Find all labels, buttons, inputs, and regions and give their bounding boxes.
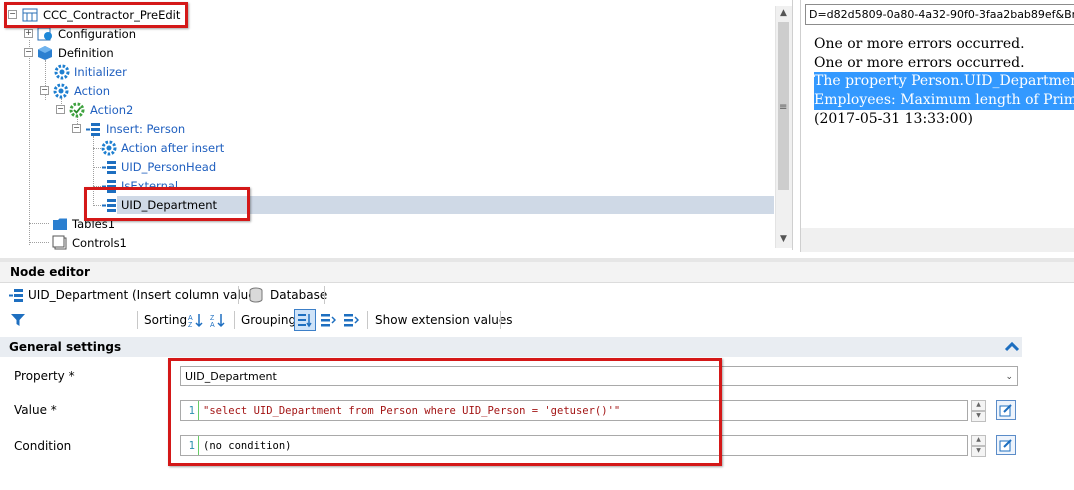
spin-up-icon[interactable]: ▲ bbox=[971, 400, 986, 411]
configuration-icon bbox=[37, 27, 52, 41]
separator bbox=[324, 286, 325, 304]
grip-icon: ≡ bbox=[779, 102, 788, 113]
node-editor-toolbar: Sorting AZ ZA Grouping Show extension va… bbox=[0, 308, 1074, 332]
cube-icon bbox=[38, 46, 52, 60]
expand-icon[interactable]: + bbox=[24, 29, 33, 38]
tree-node-controls1[interactable]: Controls1 bbox=[52, 234, 129, 250]
log-message: One or more errors occurred. bbox=[814, 36, 1025, 52]
tree-label: Action2 bbox=[90, 103, 134, 117]
general-settings-header[interactable]: General settings bbox=[0, 337, 1022, 357]
tree-label: Action after insert bbox=[121, 141, 225, 155]
tree-node-action-after-insert[interactable]: Action after insert bbox=[101, 139, 226, 157]
column-value-icon bbox=[9, 289, 23, 302]
sort-descending-icon[interactable]: ZA bbox=[210, 312, 226, 328]
chevron-up-icon[interactable] bbox=[1004, 340, 1020, 354]
scroll-up-icon[interactable]: ▲ bbox=[776, 6, 791, 21]
separator bbox=[137, 311, 138, 329]
value-edit-button[interactable] bbox=[996, 400, 1016, 420]
separator bbox=[367, 311, 368, 329]
grouping-label: Grouping bbox=[241, 313, 297, 327]
project-tree[interactable]: − CCC_Contractor_PreEdit + Configuration… bbox=[0, 0, 793, 250]
folder-icon bbox=[53, 218, 67, 230]
tab-node[interactable]: UID_Department (Insert column value) bbox=[28, 283, 260, 307]
tree-label: Controls1 bbox=[72, 236, 127, 250]
check-gear-icon bbox=[69, 102, 85, 118]
spin-down-icon[interactable]: ▼ bbox=[971, 411, 986, 422]
log-footer bbox=[801, 228, 1074, 252]
log-timestamp: (2017-05-31 13:33:00) bbox=[814, 111, 973, 127]
section-title: General settings bbox=[9, 340, 122, 354]
condition-edit-button[interactable] bbox=[996, 435, 1016, 455]
sorting-label: Sorting bbox=[144, 313, 188, 327]
tree-node-action2[interactable]: − Action2 bbox=[56, 101, 135, 119]
group-list-icon bbox=[298, 314, 312, 328]
tree-guide bbox=[29, 242, 49, 243]
tree-node-uid-personhead[interactable]: UID_PersonHead bbox=[101, 158, 218, 176]
node-editor-title: Node editor bbox=[10, 265, 90, 279]
tree-guide bbox=[29, 223, 49, 224]
tree-scrollbar[interactable]: ▲ ≡ ▼ bbox=[775, 6, 792, 248]
tree-label: Insert: Person bbox=[106, 122, 186, 136]
edit-icon bbox=[999, 404, 1012, 417]
separator bbox=[500, 311, 501, 329]
log-message-selected[interactable]: The property Person.UID_Department co bbox=[814, 72, 1074, 91]
value-spinner[interactable]: ▲ ▼ bbox=[971, 400, 986, 422]
highlight-properties bbox=[168, 358, 722, 466]
group-list-icon[interactable] bbox=[320, 312, 336, 328]
controls-icon bbox=[52, 235, 67, 250]
tree-label: Initializer bbox=[74, 65, 127, 79]
gear-icon bbox=[53, 83, 69, 99]
insert-column-icon bbox=[86, 123, 100, 136]
log-message-selected[interactable]: Employees: Maximum length of Primary bbox=[814, 91, 1074, 110]
highlight-root bbox=[4, 2, 188, 28]
show-extension-values-button[interactable]: Show extension values bbox=[375, 308, 513, 332]
tree-label: Definition bbox=[58, 46, 114, 60]
tree-label: UID_PersonHead bbox=[121, 160, 217, 174]
group-by-category-button[interactable] bbox=[294, 309, 316, 331]
collapse-icon[interactable]: − bbox=[24, 48, 33, 57]
highlight-uid-department bbox=[84, 187, 250, 221]
tab-database[interactable]: Database bbox=[270, 283, 327, 307]
separator bbox=[238, 286, 239, 304]
svg-text:Z: Z bbox=[210, 315, 215, 322]
collapse-icon[interactable]: − bbox=[56, 105, 65, 114]
value-label: Value * bbox=[14, 403, 57, 417]
tree-guide bbox=[93, 148, 101, 149]
tree-node-action[interactable]: − Action bbox=[40, 82, 112, 100]
tree-label: Action bbox=[74, 84, 111, 98]
condition-spinner[interactable]: ▲ ▼ bbox=[971, 435, 986, 457]
tree-guide bbox=[29, 40, 30, 245]
node-editor-header: Node editor bbox=[0, 262, 1074, 283]
filter-icon[interactable] bbox=[10, 312, 26, 328]
spin-up-icon[interactable]: ▲ bbox=[971, 435, 986, 446]
tree-node-initializer[interactable]: Initializer bbox=[54, 63, 129, 81]
condition-label: Condition bbox=[14, 439, 72, 453]
sort-ascending-icon[interactable]: AZ bbox=[188, 312, 204, 328]
node-editor-tabs: UID_Department (Insert column value) Dat… bbox=[0, 283, 1074, 307]
scroll-down-icon[interactable]: ▼ bbox=[776, 232, 791, 247]
log-panel: D=d82d5809-0a80-4a32-90f0-3faa2bab89ef&B… bbox=[800, 0, 1074, 252]
column-value-icon bbox=[102, 161, 116, 174]
tree-guide bbox=[93, 167, 101, 168]
svg-text:A: A bbox=[210, 322, 215, 328]
property-label: Property * bbox=[14, 369, 75, 383]
tree-node-definition[interactable]: − Definition bbox=[24, 44, 116, 62]
chevron-down-icon[interactable]: ⌄ bbox=[1005, 367, 1013, 385]
svg-text:Z: Z bbox=[188, 322, 193, 328]
gear-icon bbox=[54, 64, 70, 80]
svg-text:A: A bbox=[188, 315, 193, 322]
log-message: One or more errors occurred. bbox=[814, 55, 1025, 71]
gear-icon bbox=[101, 140, 117, 156]
spin-down-icon[interactable]: ▼ bbox=[971, 446, 986, 457]
url-field[interactable]: D=d82d5809-0a80-4a32-90f0-3faa2bab89ef&B… bbox=[805, 4, 1074, 25]
edit-icon bbox=[999, 439, 1012, 452]
group-list-icon[interactable] bbox=[343, 312, 359, 328]
tree-node-insert-person[interactable]: − Insert: Person bbox=[72, 120, 187, 138]
collapse-icon[interactable]: − bbox=[40, 86, 49, 95]
database-icon bbox=[249, 287, 263, 303]
separator bbox=[234, 311, 235, 329]
collapse-icon[interactable]: − bbox=[72, 124, 81, 133]
